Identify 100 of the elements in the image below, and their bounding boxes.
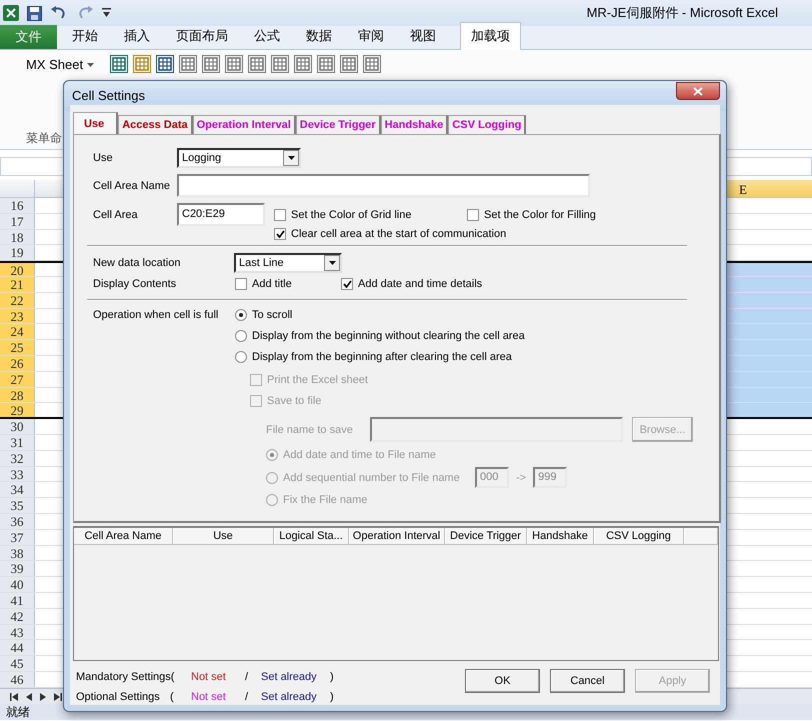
dialog-tab[interactable]: Use	[73, 112, 118, 134]
row-header[interactable]: 43	[0, 624, 35, 640]
row-header[interactable]: 46	[0, 672, 35, 687]
row-header[interactable]: 36	[0, 514, 35, 529]
dialog-tab[interactable]: Handshake	[380, 115, 448, 134]
next-sheet-icon[interactable]	[40, 692, 46, 700]
row-header[interactable]: 21	[0, 276, 35, 292]
row-header[interactable]: 39	[0, 561, 35, 576]
dialog-title: Cell Settings	[72, 87, 145, 106]
column-header[interactable]: Handshake	[527, 528, 594, 545]
legend-label: Optional Settings	[76, 690, 161, 704]
row-header[interactable]: 34	[0, 482, 35, 498]
row-header[interactable]: 24	[0, 324, 35, 340]
checkbox[interactable]	[235, 278, 247, 290]
save-icon[interactable]	[27, 6, 42, 20]
row-header[interactable]: 45	[0, 656, 35, 671]
dialog-tab[interactable]: Access Data	[118, 115, 193, 134]
arrow-text: ->	[516, 470, 526, 484]
column-header[interactable]: Device Trigger	[445, 528, 527, 545]
checkbox[interactable]	[274, 228, 286, 240]
sheet-tool-icon[interactable]	[225, 55, 244, 73]
radio-button[interactable]	[235, 330, 247, 342]
ribbon-tab[interactable]: 加载项	[460, 22, 521, 50]
text-field[interactable]	[370, 417, 623, 442]
sheet-tool-icon[interactable]	[363, 55, 382, 73]
row-header[interactable]: 27	[0, 372, 35, 387]
row-header[interactable]: 38	[0, 546, 35, 560]
row-header[interactable]: 32	[0, 450, 35, 466]
row-header[interactable]: 22	[0, 292, 35, 308]
ribbon-tab[interactable]: 插入	[109, 26, 161, 49]
row-header[interactable]: 42	[0, 608, 35, 624]
row-header[interactable]: 28	[0, 388, 35, 402]
caret-icon	[288, 156, 294, 160]
sheet-tool-icon[interactable]	[271, 55, 290, 73]
row-header[interactable]: 33	[0, 466, 35, 482]
column-header[interactable]: Logical Sta...	[274, 528, 349, 545]
radio-button[interactable]	[235, 351, 247, 363]
sheet-tool-icon[interactable]	[294, 55, 312, 73]
dialog-tab[interactable]: CSV Logging	[448, 115, 526, 134]
row-header[interactable]: 40	[0, 577, 35, 592]
row-header[interactable]: 26	[0, 356, 35, 371]
previous-sheet-icon[interactable]	[26, 692, 32, 700]
checkbox-label: Save to file	[267, 394, 322, 408]
sheet-tool-icon[interactable]	[110, 55, 128, 73]
row-header[interactable]: 18	[0, 230, 35, 244]
row-header[interactable]: 37	[0, 530, 35, 545]
customize-caret-icon[interactable]	[102, 8, 111, 18]
row-header[interactable]: 19	[0, 245, 35, 260]
ribbon-tab[interactable]: 数据	[291, 26, 343, 49]
checkbox[interactable]	[274, 209, 286, 221]
menu-button[interactable]: MX Sheet	[26, 55, 94, 74]
sheet-tool-icon[interactable]	[202, 55, 220, 73]
close-button[interactable]	[676, 82, 720, 100]
row-header[interactable]: 31	[0, 434, 35, 450]
row-header[interactable]: 20	[0, 263, 35, 276]
row-header[interactable]: 30	[0, 419, 35, 434]
dropdown[interactable]: Logging	[177, 148, 301, 168]
text-field[interactable]	[177, 174, 590, 197]
row-header[interactable]: 29	[0, 403, 35, 418]
checkbox[interactable]	[341, 278, 353, 290]
row-header[interactable]: 35	[0, 498, 35, 513]
sheet-tool-icon[interactable]	[317, 55, 336, 73]
sheet-tool-icon[interactable]	[179, 55, 198, 73]
checkbox-label: Set the Color for Filling	[484, 208, 596, 222]
row-header[interactable]: 16	[0, 198, 35, 213]
dialog-button[interactable]: OK	[465, 669, 540, 693]
caret-icon	[87, 62, 94, 67]
sheet-tool-icon[interactable]	[340, 55, 358, 73]
dialog-tab[interactable]: Device Trigger	[296, 115, 381, 134]
ribbon-tab[interactable]: 视图	[395, 26, 447, 49]
checkbox[interactable]	[467, 209, 479, 221]
app-logo-icon[interactable]	[3, 5, 19, 21]
last-sheet-icon[interactable]	[54, 692, 62, 700]
dialog-tab[interactable]: Operation Interval	[192, 115, 296, 134]
ribbon-tab[interactable]: 开始	[57, 26, 109, 49]
column-header[interactable]: Operation Interval	[349, 528, 445, 545]
dialog-button[interactable]: Cancel	[550, 669, 625, 693]
row-header[interactable]: 17	[0, 214, 35, 229]
first-sheet-icon[interactable]	[10, 692, 18, 700]
dropdown[interactable]: Last Line	[234, 253, 342, 273]
ribbon-tab[interactable]: 页面布局	[161, 26, 239, 49]
ribbon-tab[interactable]: 公式	[239, 26, 291, 49]
column-header[interactable]: E	[727, 180, 812, 197]
sheet-tool-icon[interactable]	[156, 55, 174, 73]
radio-label: Display from the beginning without clearing the cell area	[252, 329, 525, 343]
row-header[interactable]: 23	[0, 308, 35, 324]
radio-button[interactable]	[235, 309, 247, 321]
file-tab[interactable]: 文件	[0, 25, 57, 49]
row-header[interactable]: 25	[0, 340, 35, 355]
sheet-tool-icon[interactable]	[248, 55, 266, 73]
row-header[interactable]: 41	[0, 592, 35, 608]
not-set-text: Not set	[191, 670, 227, 684]
field-label: Use	[93, 151, 114, 165]
list-view[interactable]: Cell Area Name Use Logical Sta... Operation Interval Device Trigger Handshake CSV Logging	[73, 526, 719, 661]
column-header[interactable]: Cell Area Name	[74, 528, 173, 545]
text-field[interactable]: C20:E29	[177, 203, 265, 226]
row-header[interactable]: 44	[0, 640, 35, 656]
column-header[interactable]: CSV Logging	[594, 528, 684, 545]
column-header[interactable]: Use	[173, 528, 274, 545]
ribbon-tab[interactable]: 审阅	[343, 26, 395, 49]
